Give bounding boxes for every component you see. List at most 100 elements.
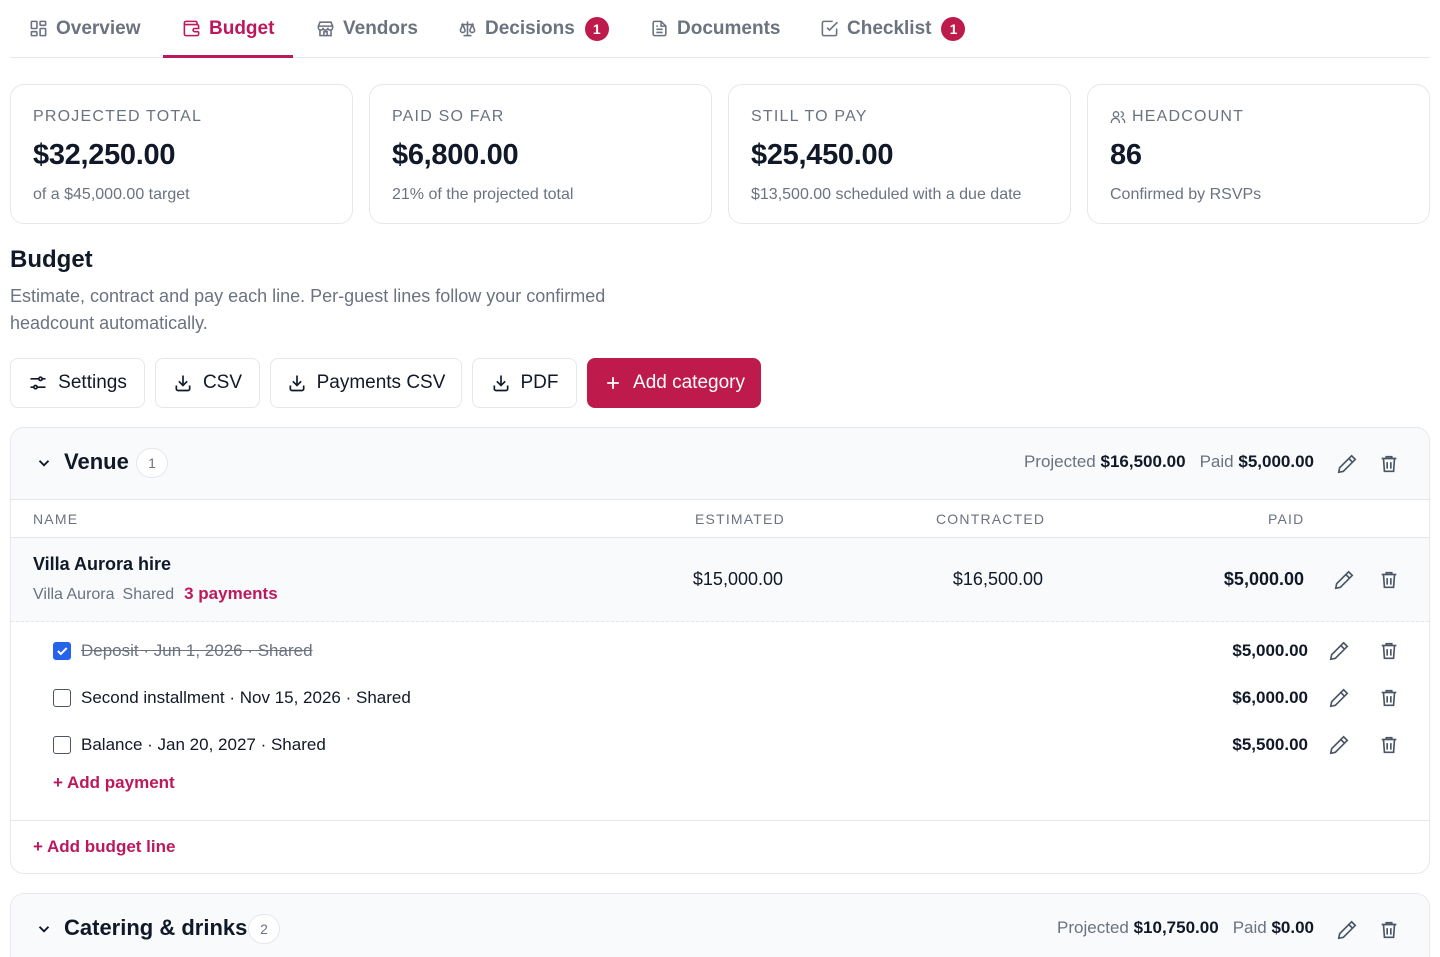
line-meta: Villa Aurora Shared 3 payments: [33, 584, 278, 604]
trash-icon[interactable]: [1378, 734, 1400, 756]
sliders-icon: [30, 376, 46, 390]
store-icon: [317, 21, 334, 37]
line-contracted: $16,500.00: [952, 569, 1043, 589]
tab-documents[interactable]: Documents: [650, 0, 780, 57]
csv-button[interactable]: CSV: [155, 358, 260, 408]
add-category-button[interactable]: Add category: [587, 358, 761, 408]
edit-icon[interactable]: [1336, 453, 1358, 475]
paid-label: Paid: [1199, 452, 1234, 471]
col-contracted: CONTRACTED: [936, 511, 1046, 527]
wallet-icon: [183, 20, 200, 37]
checkbox-icon: [821, 20, 838, 37]
stat-sub: $13,500.00 scheduled with a due date: [751, 186, 1022, 203]
category-count: 1: [136, 448, 168, 478]
tab-vendors[interactable]: Vendors: [316, 0, 418, 57]
settings-button[interactable]: Settings: [10, 358, 145, 408]
payments-csv-label: Payments CSV: [316, 372, 446, 393]
payment-checkbox[interactable]: [53, 689, 71, 707]
projected-value: $16,500.00: [1100, 452, 1186, 471]
tab-label: Checklist: [847, 17, 932, 39]
payment-amount: $6,000.00: [1232, 688, 1308, 707]
users-icon: [1110, 111, 1126, 123]
stat-card-headcount: HEADCOUNT 86 Confirmed by RSVPs: [1087, 84, 1430, 224]
payment-amount: $5,000.00: [1232, 641, 1308, 660]
tab-bar: Overview Budget Vendors Decisions 1 Docu…: [10, 0, 1430, 58]
add-budget-line-link[interactable]: + Add budget line: [33, 837, 175, 857]
trash-icon[interactable]: [1378, 687, 1400, 709]
payments-list: Deposit · Jun 1, 2026 · Shared $5,000.00…: [11, 622, 1429, 820]
col-paid: PAID: [1268, 511, 1305, 527]
col-name: NAME: [33, 511, 79, 527]
line-estimated: $15,000.00: [692, 569, 783, 589]
line-split: Shared: [122, 586, 175, 603]
tab-label: Budget: [209, 17, 275, 39]
category-footer: + Add budget line: [11, 820, 1429, 872]
line-vendor: Villa Aurora: [33, 586, 115, 603]
tab-label: Vendors: [343, 17, 418, 39]
payment-checkbox[interactable]: [53, 736, 71, 754]
edit-icon[interactable]: [1328, 734, 1350, 756]
download-icon: [289, 375, 305, 392]
payments-csv-button[interactable]: Payments CSV: [270, 358, 462, 408]
projected-label: Projected: [1057, 918, 1129, 937]
trash-icon[interactable]: [1378, 919, 1400, 941]
tab-budget[interactable]: Budget: [162, 0, 294, 58]
budget-line-row: Villa Aurora hire Villa Aurora Shared 3 …: [11, 538, 1429, 622]
trash-icon[interactable]: [1378, 569, 1400, 591]
stat-card-remaining: STILL TO PAY $25,450.00 $13,500.00 sched…: [728, 84, 1071, 224]
trash-icon[interactable]: [1378, 640, 1400, 662]
col-estimated: ESTIMATED: [695, 511, 785, 527]
category-count: 2: [248, 914, 280, 944]
decisions-badge: 1: [584, 16, 609, 41]
line-name: Villa Aurora hire: [33, 554, 172, 574]
tab-checklist[interactable]: Checklist 1: [820, 0, 966, 57]
trash-icon[interactable]: [1378, 453, 1400, 475]
document-icon: [652, 20, 667, 37]
edit-icon[interactable]: [1328, 640, 1350, 662]
table-header: NAME ESTIMATED CONTRACTED PAID: [11, 500, 1429, 538]
stat-value: $6,800.00: [392, 139, 519, 171]
pdf-label: PDF: [520, 372, 559, 393]
stat-label: HEADCOUNT: [1132, 108, 1245, 125]
payment-amount: $5,500.00: [1232, 735, 1308, 754]
stat-label-row: HEADCOUNT: [1110, 107, 1407, 127]
stat-card-projected: PROJECTED TOTAL $32,250.00 of a $45,000.…: [10, 84, 353, 224]
stat-value: $32,250.00: [33, 139, 176, 171]
edit-icon[interactable]: [1336, 919, 1358, 941]
tab-decisions[interactable]: Decisions 1: [458, 0, 609, 57]
checklist-badge: 1: [941, 16, 966, 41]
category-panel-venue: Venue 1 Projected $16,500.00 Paid $5,000.…: [10, 427, 1430, 874]
edit-icon[interactable]: [1328, 687, 1350, 709]
page-description: Estimate, contract and pay each line. Pe…: [10, 286, 606, 333]
stat-sub: of a $45,000.00 target: [33, 186, 190, 203]
pdf-button[interactable]: PDF: [472, 358, 577, 408]
category-summary: Projected $16,500.00 Paid $5,000.00: [1024, 452, 1314, 472]
scale-icon: [459, 21, 476, 37]
edit-icon[interactable]: [1333, 569, 1355, 591]
paid-value: $5,000.00: [1238, 452, 1314, 471]
stat-sub: 21% of the projected total: [392, 186, 574, 203]
payment-row: Second installment · Nov 15, 2026 · Shar…: [11, 683, 1429, 713]
chevron-down-icon[interactable]: [35, 454, 53, 472]
category-header: Catering & drinks 2 Projected $10,750.00…: [11, 894, 1429, 957]
category-panel-catering: Catering & drinks 2 Projected $10,750.00…: [10, 893, 1430, 957]
chevron-down-icon[interactable]: [35, 920, 53, 938]
add-category-label: Add category: [633, 372, 745, 393]
download-icon: [175, 375, 191, 392]
payments-link[interactable]: 3 payments: [184, 584, 278, 604]
payment-checkbox[interactable]: [53, 642, 71, 660]
tab-label: Overview: [56, 17, 141, 39]
settings-label: Settings: [58, 372, 127, 393]
page-title: Budget: [10, 246, 93, 273]
stat-label: STILL TO PAY: [751, 108, 868, 125]
tab-overview[interactable]: Overview: [29, 0, 141, 57]
stat-value: 86: [1110, 139, 1142, 171]
stat-value: $25,450.00: [751, 139, 894, 171]
payment-row: Balance · Jan 20, 2027 · Shared $5,500.0…: [11, 730, 1429, 760]
paid-value: $0.00: [1271, 918, 1314, 937]
projected-label: Projected: [1023, 452, 1096, 471]
download-icon: [493, 375, 508, 392]
add-payment-link[interactable]: + Add payment: [53, 773, 175, 793]
csv-label: CSV: [202, 372, 243, 393]
plus-icon: [607, 377, 619, 389]
